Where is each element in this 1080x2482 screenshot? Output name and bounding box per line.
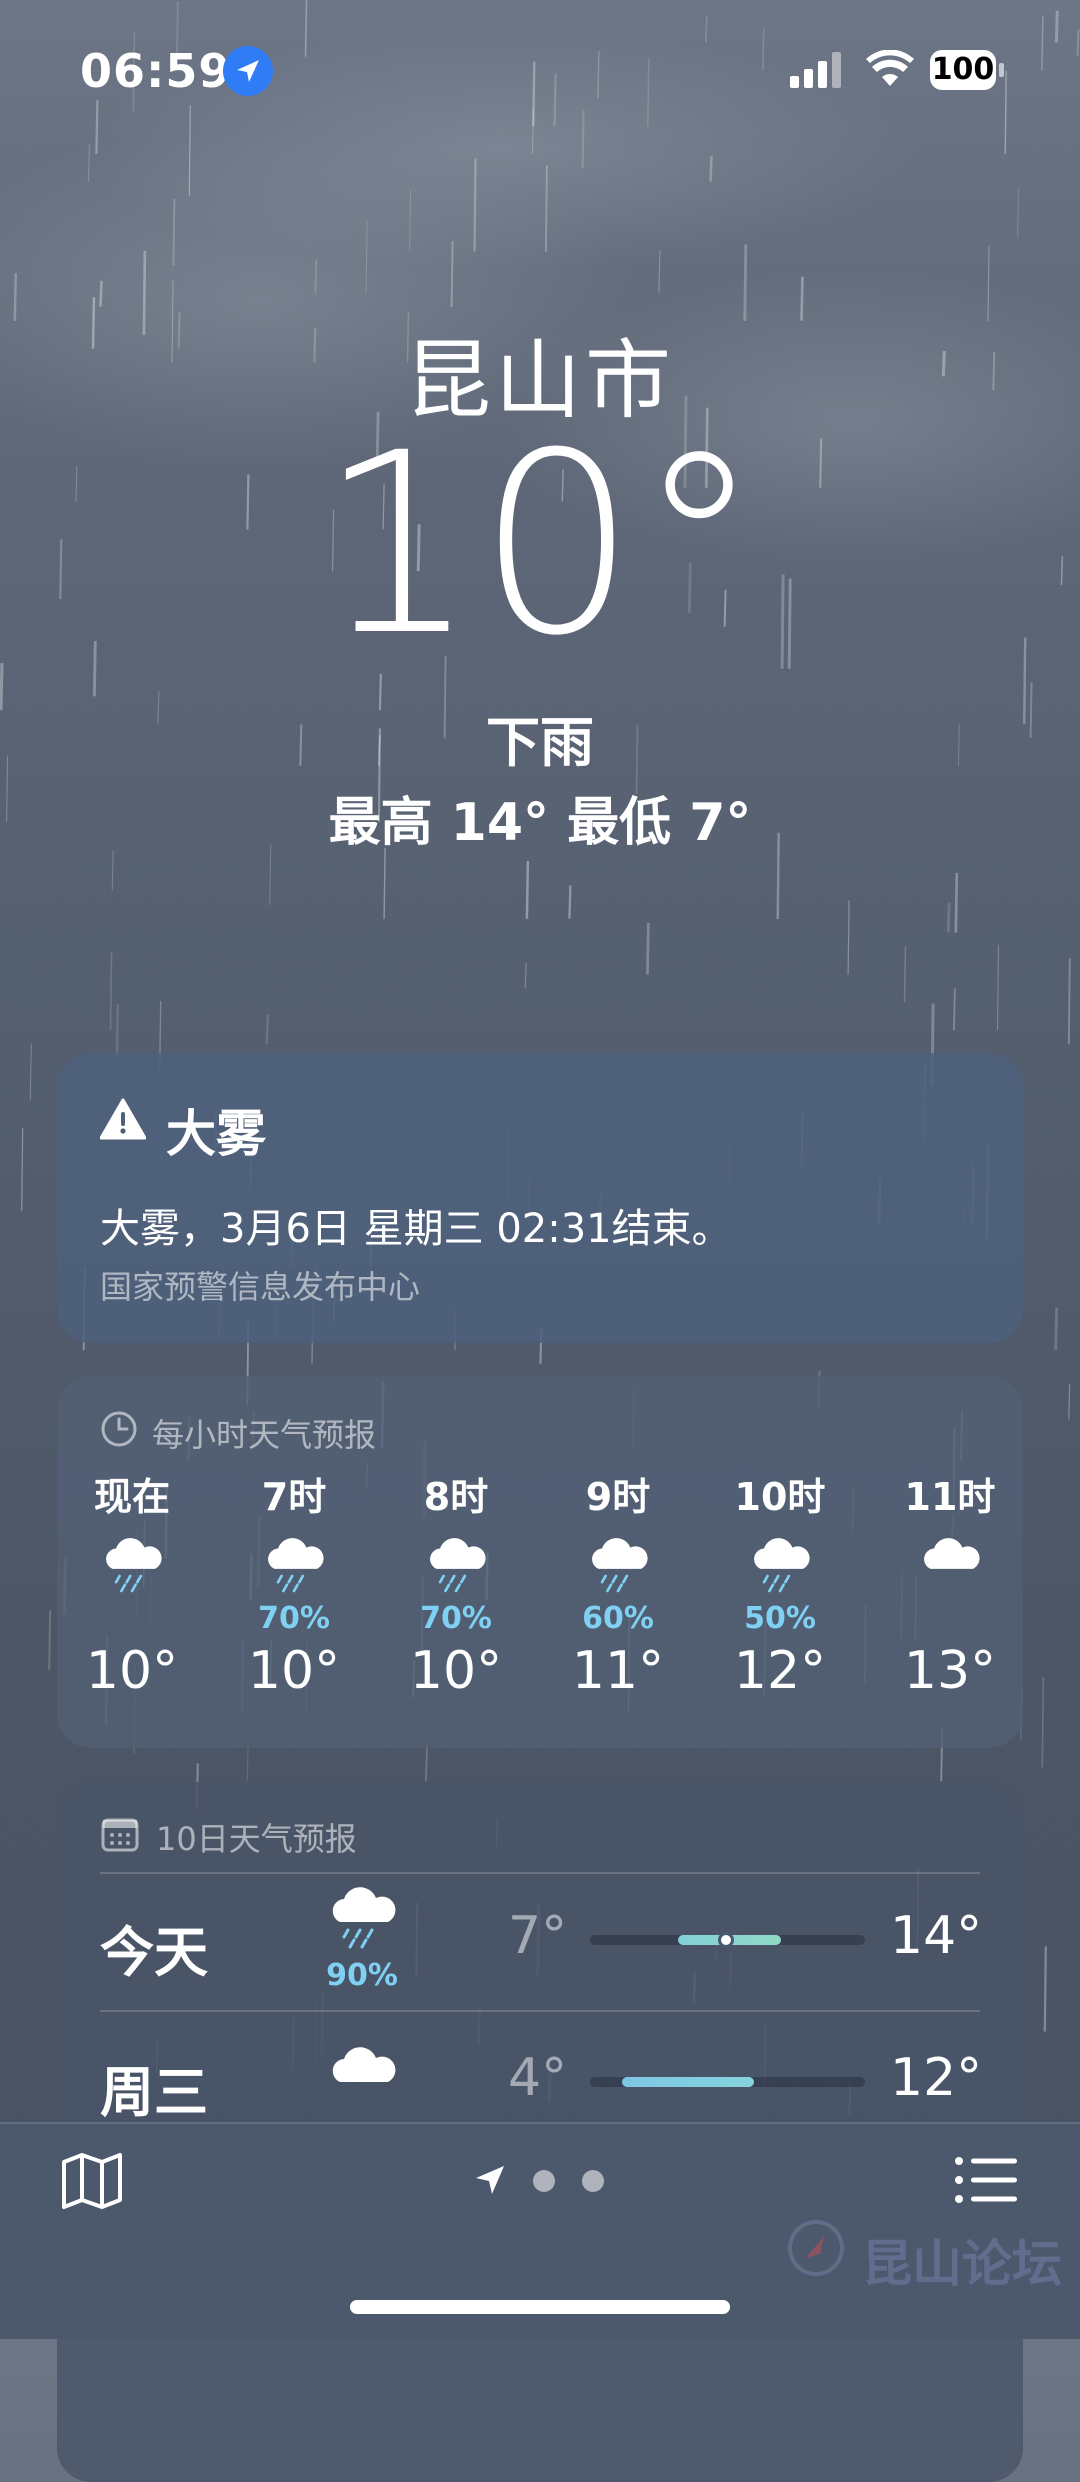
day-name: 今天	[100, 1921, 208, 1984]
home-indicator[interactable]	[350, 2300, 730, 2314]
hourly-item: 8时 70% 10°	[386, 1466, 526, 1701]
high-low: 最高 14° 最低 7°	[328, 793, 752, 853]
status-time: 06:59	[80, 44, 232, 98]
hour-time: 11时	[904, 1475, 996, 1519]
day-high-temp: 12°	[890, 2048, 983, 2108]
hour-precipitation: 70%	[420, 1601, 492, 1636]
hour-time: 7时	[261, 1475, 327, 1519]
hourly-item: 现在 10°	[62, 1466, 202, 1701]
alert-body: 大雾，3月6日 星期三 02:31结束。	[100, 1206, 732, 1252]
current-condition: 下雨	[486, 711, 594, 774]
watermark-text: 昆山论坛	[862, 2235, 1062, 2293]
map-icon[interactable]	[60, 2152, 124, 2210]
hour-precipitation	[880, 1601, 1020, 1637]
hour-time: 10时	[734, 1475, 826, 1519]
page-dot[interactable]	[582, 2170, 604, 2192]
hour-time: 8时	[423, 1475, 489, 1519]
hour-temperature: 13°	[903, 1641, 997, 1701]
watermark-logo-icon	[788, 2220, 844, 2276]
daily-divider	[100, 1872, 980, 1874]
rain-icon	[548, 1535, 688, 1601]
hourly-item: 7时 70% 10°	[224, 1466, 364, 1701]
hour-temperature: 10°	[85, 1641, 179, 1701]
day-low-temp: 7°	[508, 1906, 568, 1966]
day-low-temp: 4°	[508, 2048, 568, 2108]
day-high-temp: 14°	[890, 1906, 983, 1966]
day-precipitation: 90%	[326, 1958, 398, 1993]
hourly-item: 11时 13°	[880, 1466, 1020, 1701]
day-name: 周三	[100, 2061, 208, 2124]
hour-temperature: 11°	[571, 1641, 665, 1701]
alert-title: 大雾	[166, 1105, 266, 1163]
calendar-icon	[101, 1818, 139, 1852]
hour-temperature: 10°	[247, 1641, 341, 1701]
current-temp-dot	[718, 1932, 734, 1948]
hour-precipitation: 60%	[582, 1601, 654, 1636]
cloud-icon	[322, 2046, 402, 2106]
page-dot[interactable]	[533, 2170, 555, 2192]
list-icon[interactable]	[955, 2156, 1017, 2204]
battery-icon: 100	[930, 50, 996, 90]
clock-icon	[101, 1411, 137, 1447]
battery-tip	[999, 63, 1004, 77]
cloud-icon	[880, 1535, 1020, 1601]
current-temperature: 10°	[318, 399, 762, 690]
hour-time: 9时	[585, 1475, 651, 1519]
hour-temperature: 10°	[409, 1641, 503, 1701]
rain-icon	[710, 1535, 850, 1601]
hourly-header: 每小时天气预报	[152, 1416, 377, 1454]
temperature-range-fill	[622, 2077, 754, 2087]
rain-icon	[62, 1535, 202, 1601]
location-services-icon	[223, 46, 273, 96]
daily-divider	[100, 2010, 980, 2012]
cellular-signal-icon	[790, 52, 841, 88]
alert-source: 国家预警信息发布中心	[100, 1268, 421, 1306]
rain-icon	[322, 1886, 402, 1956]
wifi-icon	[866, 50, 914, 86]
warning-icon	[100, 1098, 146, 1140]
hour-precipitation: 50%	[744, 1601, 816, 1636]
hour-precipitation: 70%	[258, 1601, 330, 1636]
daily-header: 10日天气预报	[156, 1820, 357, 1858]
hour-temperature: 12°	[733, 1641, 827, 1701]
current-location-page-icon[interactable]	[474, 2164, 506, 2196]
hour-precipitation	[62, 1601, 202, 1637]
hour-time: 现在	[93, 1475, 170, 1519]
rain-icon	[386, 1535, 526, 1601]
rain-icon	[224, 1535, 364, 1601]
hourly-item: 9时 60% 11°	[548, 1466, 688, 1701]
hourly-item: 10时 50% 12°	[710, 1466, 850, 1701]
